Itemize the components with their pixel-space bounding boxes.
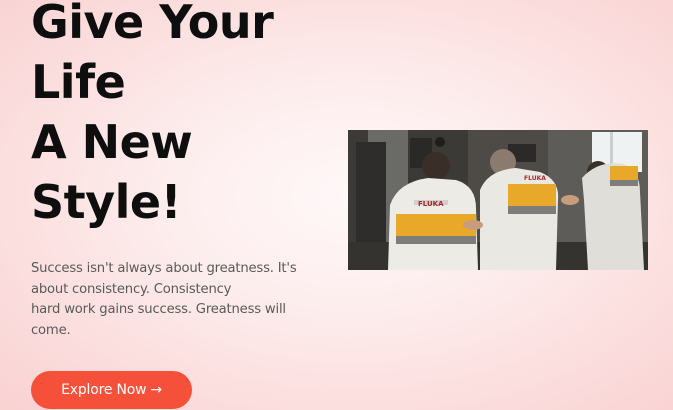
hero-photo: FLUKA FLUKA: [348, 130, 648, 270]
hero-title-line: Give Your: [31, 0, 274, 49]
explore-now-label: Explore Now: [61, 382, 147, 398]
hero-title-line: Style!: [31, 175, 182, 229]
arrow-right-icon: →: [150, 382, 162, 398]
jacket-logo-text: FLUKA: [524, 175, 546, 182]
hero-title: Give Your Life A New Style!: [31, 0, 274, 232]
hero-description-line: about consistency. Consistency: [31, 281, 232, 297]
hero-title-line: A New: [31, 115, 193, 169]
hero-description: Success isn't always about greatness. It…: [31, 259, 331, 341]
hero-description-line: come.: [31, 322, 71, 338]
hero-description-line: Success isn't always about greatness. It…: [31, 261, 297, 276]
hero-title-line: Life: [31, 55, 126, 109]
explore-now-button[interactable]: Explore Now →: [31, 371, 192, 409]
jacket-logo-text: FLUKA: [418, 200, 444, 208]
hero-description-line: hard work gains success. Greatness will: [31, 302, 286, 317]
